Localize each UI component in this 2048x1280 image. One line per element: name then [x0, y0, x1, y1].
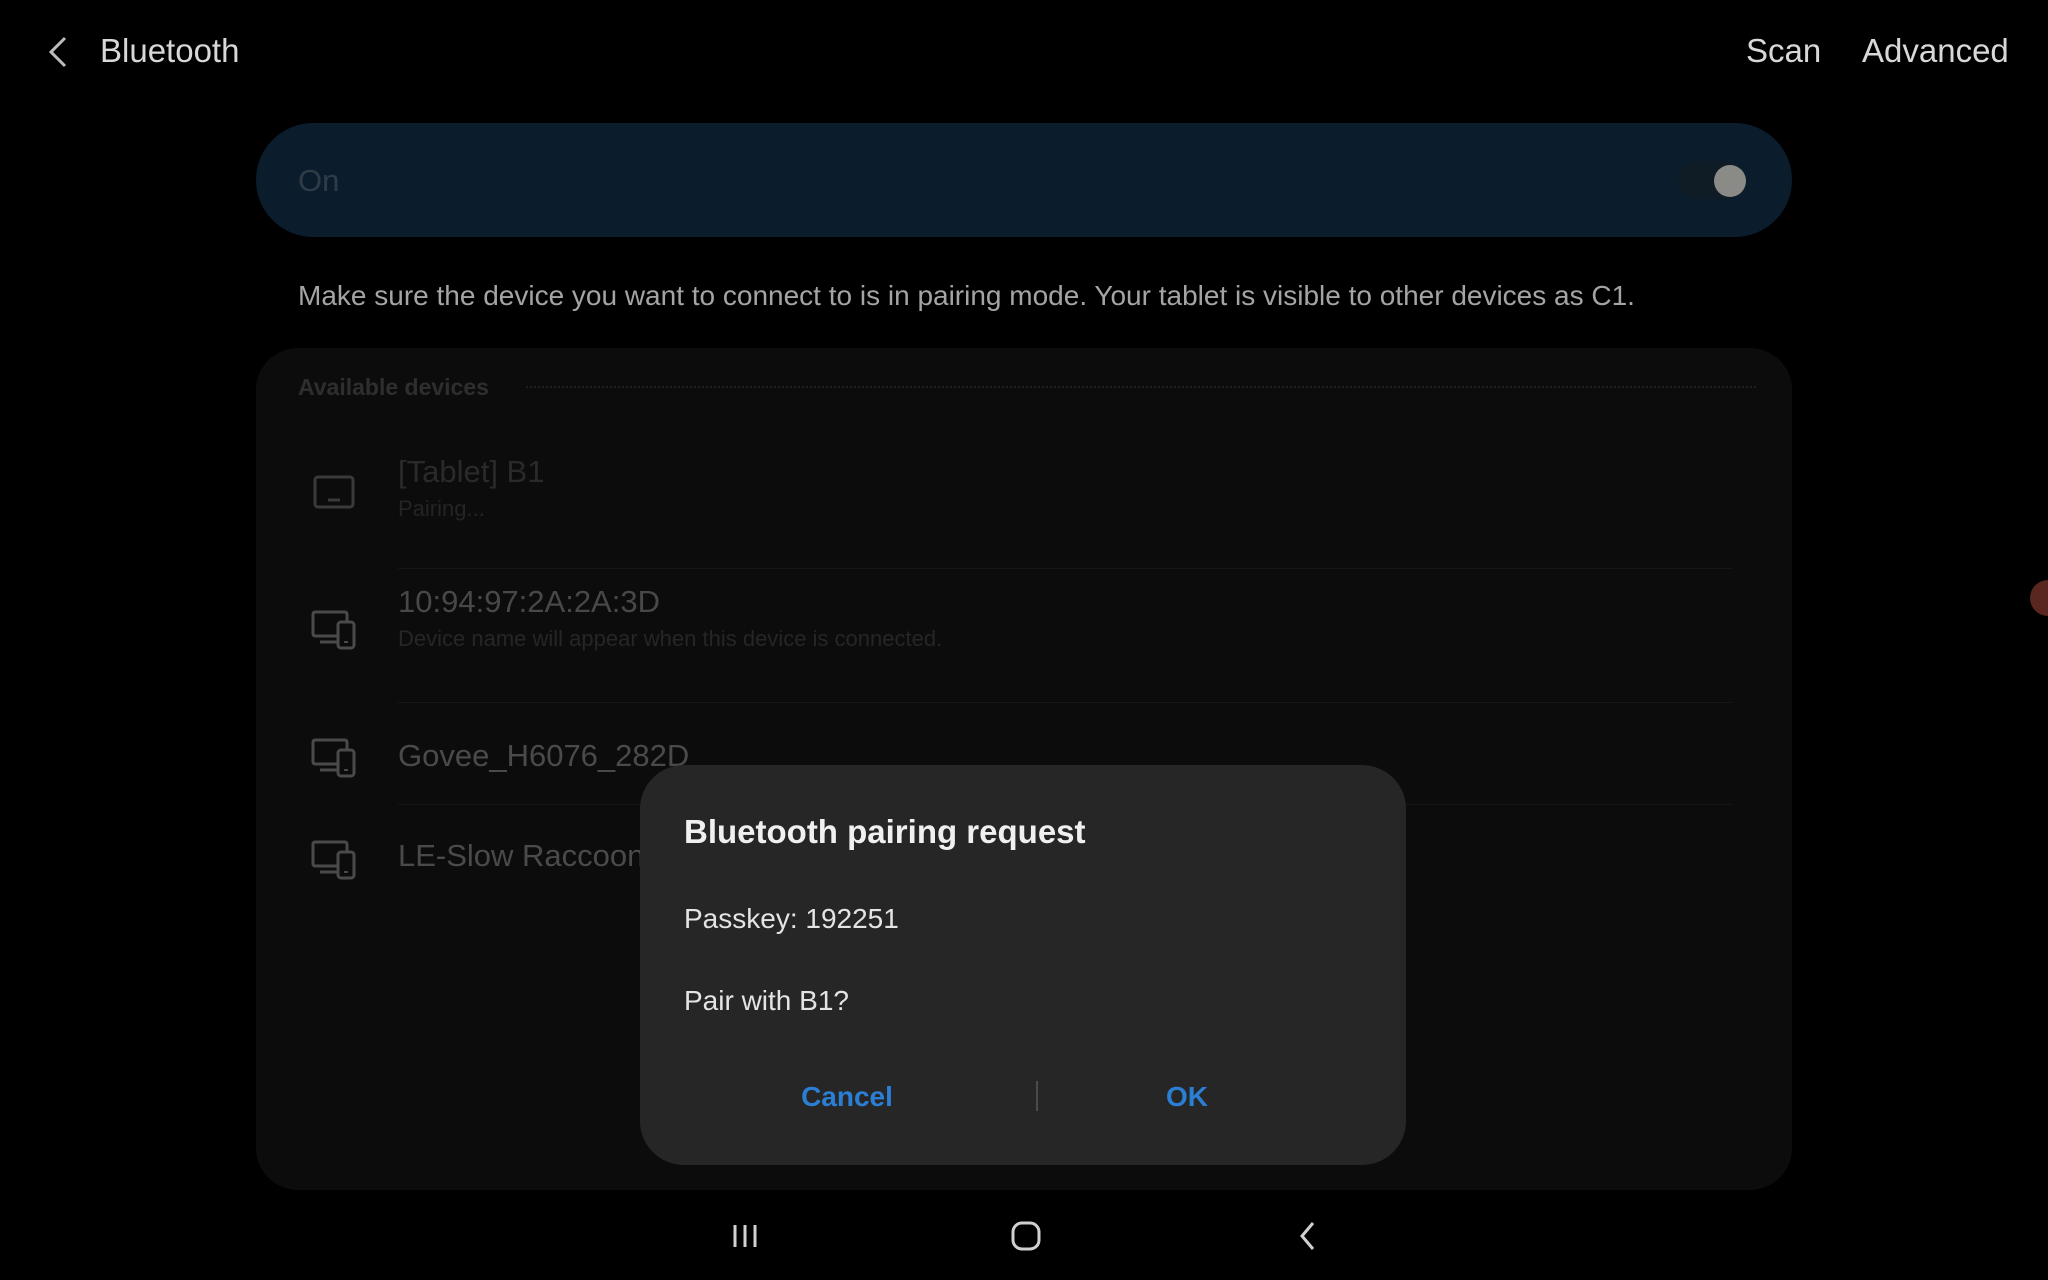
- devices-icon: [311, 738, 356, 778]
- chevron-left-icon: [1300, 1222, 1315, 1250]
- recents-icon: [733, 1225, 757, 1247]
- pair-question-text: Pair with B1?: [684, 985, 849, 1016]
- edge-panel-handle[interactable]: [2030, 580, 2048, 616]
- bluetooth-switch[interactable]: [1678, 161, 1746, 199]
- navigation-bar: [0, 1190, 2048, 1280]
- section-title: Available devices: [298, 374, 489, 400]
- app-bar: Bluetooth Scan Advanced: [0, 0, 2048, 104]
- device-name: LE-Slow Raccoon: [398, 838, 645, 873]
- device-row[interactable]: 10:94:97:2A:2A:3D Device name will appea…: [256, 570, 1792, 704]
- cancel-button[interactable]: Cancel: [697, 1061, 997, 1133]
- row-divider: [398, 702, 1732, 703]
- advanced-button[interactable]: Advanced: [1862, 32, 2009, 70]
- device-status: Pairing...: [398, 496, 485, 521]
- passkey-text: Passkey: 192251: [684, 903, 899, 934]
- device-row[interactable]: [Tablet] B1 Pairing...: [256, 440, 1792, 570]
- ok-button[interactable]: OK: [1037, 1061, 1337, 1133]
- scan-button[interactable]: Scan: [1746, 32, 1821, 70]
- devices-icon: [311, 840, 356, 880]
- tablet-icon: [313, 475, 355, 509]
- device-name: Govee_H6076_282D: [398, 738, 690, 773]
- device-name: 10:94:97:2A:2A:3D: [398, 584, 660, 619]
- toggle-label: On: [298, 163, 340, 198]
- home-icon: [1011, 1221, 1041, 1251]
- device-name: [Tablet] B1: [398, 454, 545, 489]
- devices-icon: [311, 610, 356, 650]
- device-status: Device name will appear when this device…: [398, 626, 943, 651]
- switch-knob: [1714, 165, 1746, 197]
- back-button[interactable]: [36, 26, 80, 78]
- back-arrow-icon: [48, 36, 67, 68]
- pairing-hint-text: Make sure the device you want to connect…: [298, 280, 1635, 311]
- section-divider: [526, 386, 1756, 388]
- nav-back-button[interactable]: [1268, 1206, 1348, 1266]
- recents-button[interactable]: [705, 1206, 785, 1266]
- dialog-title: Bluetooth pairing request: [684, 813, 1086, 850]
- home-button[interactable]: [986, 1206, 1066, 1266]
- row-divider: [398, 568, 1732, 569]
- pairing-dialog: Bluetooth pairing request Passkey: 19225…: [640, 765, 1406, 1165]
- bluetooth-toggle-card[interactable]: On: [256, 123, 1792, 237]
- page-title: Bluetooth: [100, 32, 240, 69]
